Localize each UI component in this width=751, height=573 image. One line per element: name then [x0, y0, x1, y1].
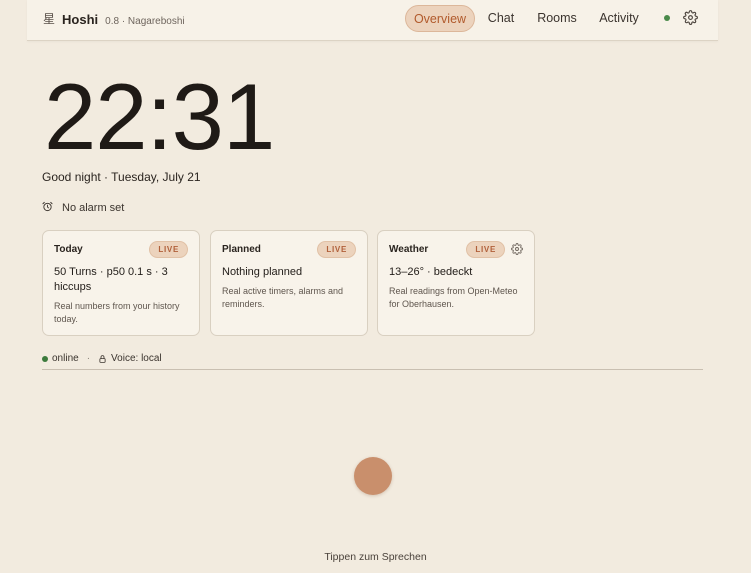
divider [42, 369, 703, 370]
alarm-clock-icon [42, 201, 53, 215]
online-dot-icon [42, 355, 48, 362]
voice-mode-label: Voice: local [111, 353, 162, 364]
card-sub-text: Real readings from Open-Meteo for Oberha… [389, 286, 518, 309]
live-badge: LIVE [466, 240, 505, 258]
live-badge: LIVE [149, 240, 188, 258]
separator: · [86, 353, 91, 364]
lock-icon [98, 354, 107, 364]
app-version: 0.8 · Nagareboshi [105, 16, 185, 27]
gear-icon[interactable] [683, 10, 698, 30]
card-title: Planned [222, 243, 261, 255]
live-badge: LIVE [317, 240, 356, 258]
card-today[interactable]: Today LIVE 50 Turns · p50 0.1 s · 3 hicc… [42, 230, 200, 336]
voice-talk-button[interactable] [354, 457, 392, 495]
status-indicator-dot [664, 15, 670, 21]
tab-activity[interactable]: Activity [595, 5, 643, 32]
online-label: online [52, 353, 79, 364]
tab-chat[interactable]: Chat [481, 5, 521, 32]
card-title: Weather [389, 243, 429, 255]
voice-hint: Tippen zum Sprechen [324, 551, 427, 563]
card-main-text: 50 Turns · p50 0.1 s · 3 hiccups [54, 266, 168, 293]
greeting-date: Good night · Tuesday, July 21 [42, 170, 201, 184]
brand[interactable]: 星 Hoshi 0.8 · Nagareboshi [43, 11, 185, 28]
card-main-text: 13–26° · bedeckt [389, 266, 473, 278]
top-bar: 星 Hoshi 0.8 · Nagareboshi Overview Chat … [27, 0, 718, 41]
card-weather[interactable]: Weather LIVE 13–26° · bedeckt Real readi… [377, 230, 535, 336]
clock-time: 22:31 [44, 64, 275, 169]
tab-rooms[interactable]: Rooms [533, 5, 581, 32]
card-sub-text: Real active timers, alarms and reminders… [222, 286, 344, 309]
card-planned[interactable]: Planned LIVE Nothing planned Real active… [210, 230, 368, 336]
weather-settings-gear-icon[interactable] [511, 243, 523, 255]
card-title: Today [54, 243, 83, 255]
card-sub-text: Real numbers from your history today. [54, 301, 180, 324]
connection-status: online · Voice: local [42, 353, 162, 364]
app-name: Hoshi [62, 12, 99, 27]
brand-glyph: 星 [43, 12, 56, 26]
alarm-text: No alarm set [62, 202, 125, 214]
alarm-status[interactable]: No alarm set [42, 201, 124, 215]
tab-overview[interactable]: Overview [405, 5, 475, 32]
card-main-text: Nothing planned [222, 266, 303, 278]
